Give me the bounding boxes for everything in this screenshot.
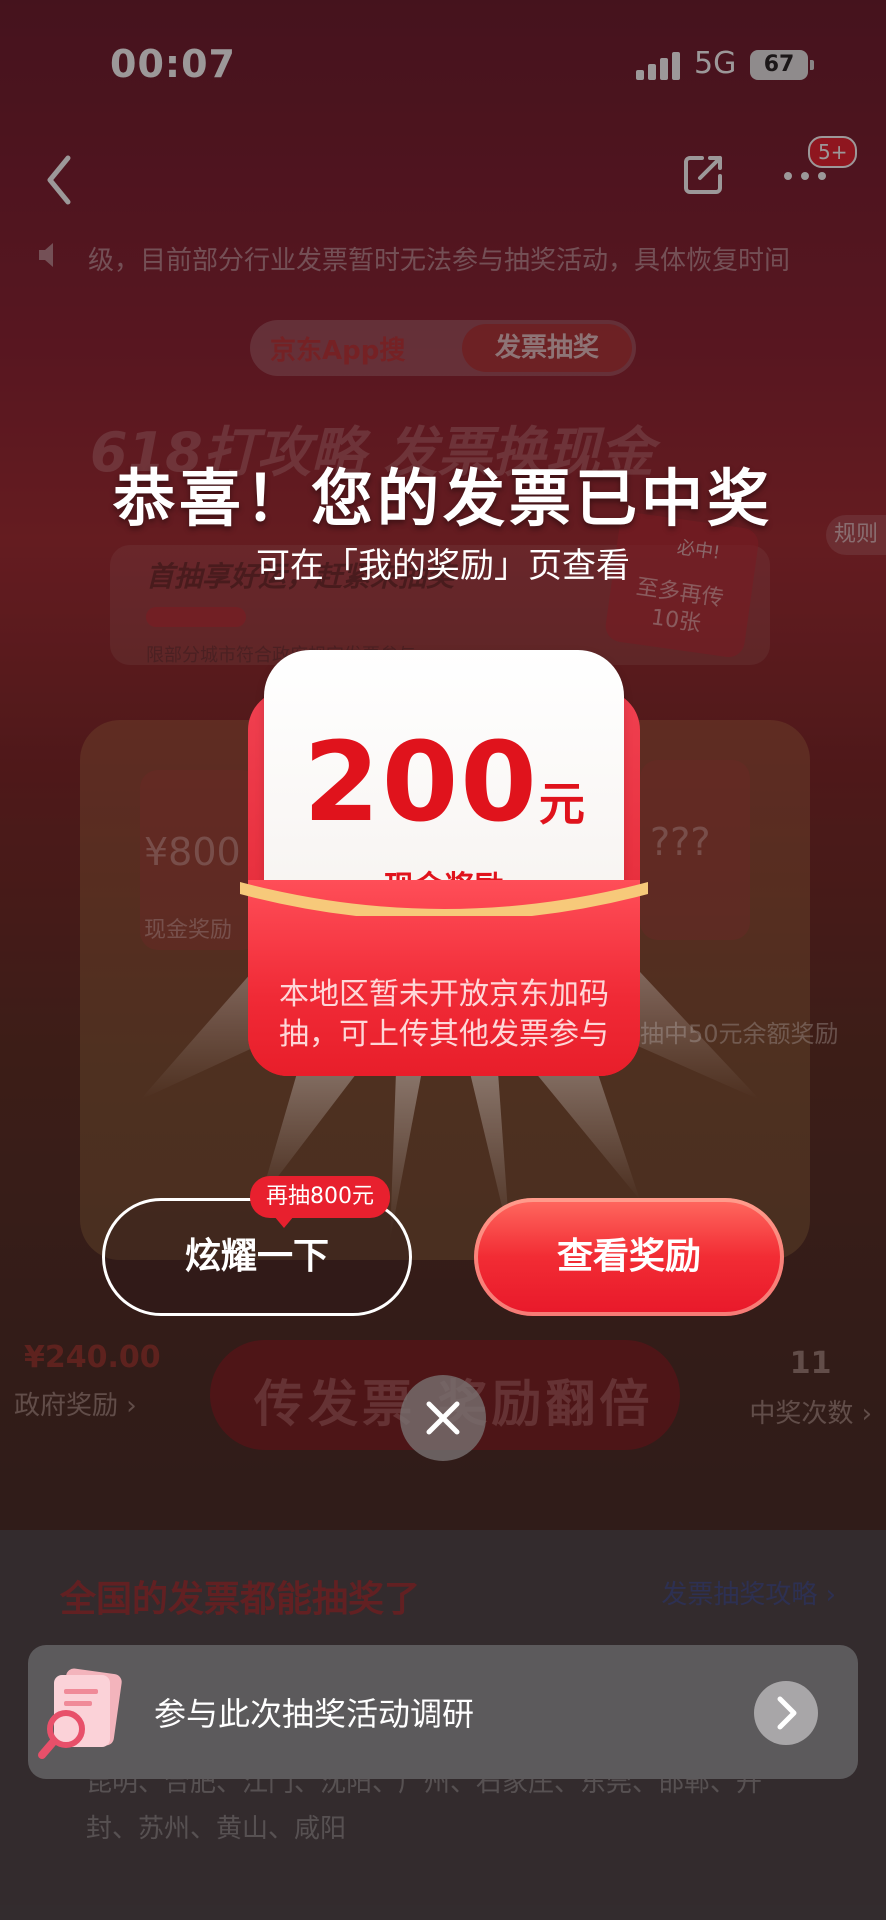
close-icon <box>426 1401 460 1435</box>
envelope-lip <box>240 882 648 916</box>
chevron-right-icon <box>777 1696 797 1730</box>
reward-amount: 200元 <box>264 718 624 846</box>
modal-title: 恭喜！您的发票已中奖 <box>112 462 773 535</box>
redraw-bubble: 再抽800元 <box>250 1176 390 1228</box>
survey-doc-icon <box>38 1668 122 1759</box>
close-button[interactable] <box>400 1375 486 1461</box>
view-reward-button[interactable]: 查看奖励 <box>474 1198 784 1316</box>
reward-amount-value: 200 <box>303 718 539 846</box>
survey-bar[interactable]: 参与此次抽奖活动调研 <box>28 1645 858 1779</box>
reward-envelope: 200元 现金奖励 本地区暂未开放京东加码抽，可上传其他发票参与 <box>240 650 648 1076</box>
survey-arrow-button[interactable] <box>754 1681 818 1745</box>
envelope-note: 本地区暂未开放京东加码抽，可上传其他发票参与 <box>279 977 609 1052</box>
modal-subtitle: 可在「我的奖励」页查看 <box>256 546 630 586</box>
reward-amount-unit: 元 <box>538 777 585 831</box>
survey-text: 参与此次抽奖活动调研 <box>154 1695 475 1733</box>
